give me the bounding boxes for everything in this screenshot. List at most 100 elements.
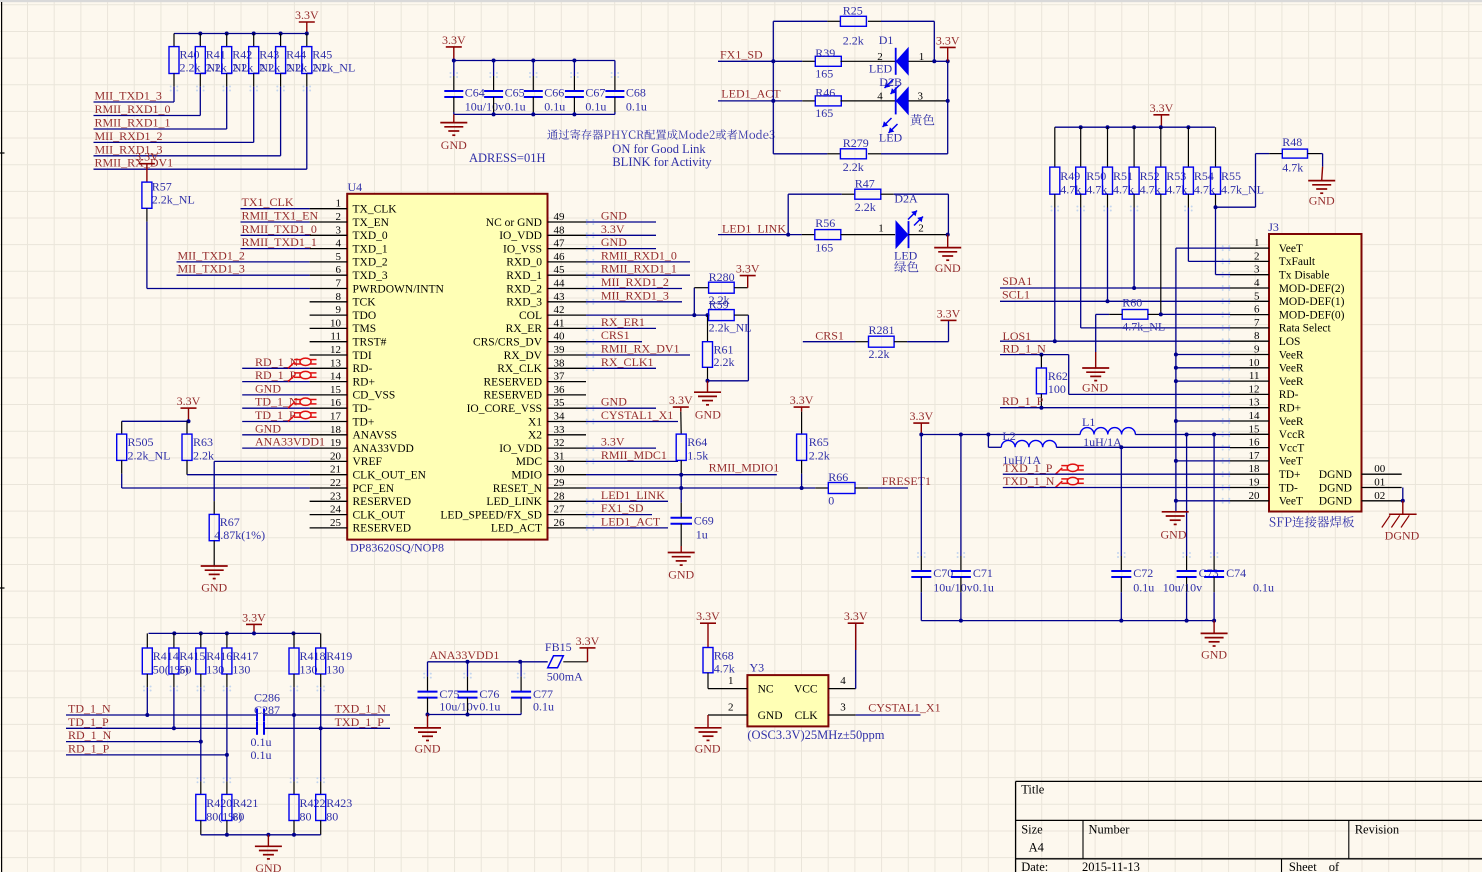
svg-text:34: 34 [554,411,566,423]
svg-text:R281: R281 [869,323,895,337]
svg-text:GND: GND [255,861,281,872]
svg-text:R67: R67 [220,515,240,529]
svg-text:0.1u: 0.1u [626,100,647,114]
svg-text:10: 10 [1249,357,1261,369]
svg-text:VCC: VCC [794,684,818,696]
svg-text:RD+: RD+ [1279,403,1301,415]
svg-text:33: 33 [554,424,566,436]
svg-text:C66: C66 [544,86,564,100]
svg-text:Date:: Date: [1021,860,1048,872]
svg-text:TX_EN: TX_EN [353,217,390,229]
svg-text:TXD_2: TXD_2 [353,257,388,269]
svg-text:IO_VDD: IO_VDD [499,443,542,455]
svg-text:R417: R417 [232,649,258,663]
svg-text:D2A: D2A [894,192,918,206]
svg-text:3.3V: 3.3V [844,609,868,623]
svg-text:3.3V: 3.3V [669,393,693,407]
svg-text:14: 14 [330,371,342,383]
svg-text:CLK: CLK [795,710,819,722]
svg-text:RX_DV: RX_DV [504,350,543,362]
svg-text:2015-11-13: 2015-11-13 [1082,860,1140,872]
svg-text:0.1u: 0.1u [1133,581,1154,595]
svg-text:8: 8 [1254,330,1260,342]
svg-text:5: 5 [336,251,342,263]
svg-text:41: 41 [554,317,565,329]
svg-text:R415: R415 [179,649,205,663]
svg-text:500mA: 500mA [547,670,583,684]
svg-text:CYSTAL1_X1: CYSTAL1_X1 [601,408,673,422]
svg-text:11: 11 [330,331,341,343]
svg-text:32: 32 [554,437,565,449]
svg-text:0.1u: 0.1u [505,100,526,114]
svg-text:4.7k_NL: 4.7k_NL [1122,320,1165,334]
svg-text:CYSTAL1_X1: CYSTAL1_X1 [868,701,940,715]
svg-text:R51: R51 [1113,169,1133,183]
svg-text:47: 47 [554,238,566,250]
svg-text:LED1_LINK: LED1_LINK [601,488,665,502]
svg-text:VccT: VccT [1279,442,1305,454]
svg-text:TXD_1_P: TXD_1_P [1003,461,1053,475]
svg-text:GND: GND [255,381,281,395]
svg-text:CRS1: CRS1 [815,329,844,343]
svg-text:4.7k_NL: 4.7k_NL [1221,183,1264,197]
svg-text:1u: 1u [696,528,708,542]
svg-text:RX_ER: RX_ER [506,323,543,335]
svg-text:19: 19 [330,437,342,449]
svg-text:3.3V: 3.3V [135,150,159,164]
svg-text:0.1u: 0.1u [251,735,272,749]
svg-text:GND: GND [601,235,627,249]
svg-text:1: 1 [728,675,734,687]
svg-text:49: 49 [554,211,566,223]
svg-text:R48: R48 [1282,135,1302,149]
svg-text:LED: LED [869,62,893,76]
svg-text:3.3V: 3.3V [295,8,319,22]
svg-text:LED1_ACT: LED1_ACT [601,514,661,528]
svg-text:0: 0 [828,494,834,508]
svg-text:3: 3 [840,701,846,713]
svg-text:14: 14 [1249,410,1261,422]
svg-text:2.2k: 2.2k [843,160,864,174]
svg-text:DGND: DGND [1385,529,1420,543]
svg-text:38: 38 [554,357,566,369]
svg-text:23: 23 [330,490,342,502]
svg-text:DGND: DGND [1319,482,1352,494]
svg-text:GND: GND [1201,648,1227,662]
svg-text:2.2k: 2.2k [193,448,214,462]
svg-text:VccR: VccR [1279,429,1306,441]
svg-text:R45: R45 [312,48,332,62]
svg-text:ANA33VDD: ANA33VDD [353,443,414,455]
svg-text:TD_1_P: TD_1_P [68,715,109,729]
svg-text:RXD_2: RXD_2 [506,283,542,295]
svg-text:12: 12 [1249,383,1260,395]
svg-text:7: 7 [1254,317,1260,329]
svg-text:9: 9 [336,304,342,316]
svg-text:TD-: TD- [353,403,372,415]
svg-text:45: 45 [554,264,566,276]
svg-text:RX_CLK: RX_CLK [497,363,542,375]
svg-text:3: 3 [1254,264,1260,276]
svg-text:9: 9 [1254,344,1260,356]
svg-text:CD_VSS: CD_VSS [353,390,396,402]
svg-text:16: 16 [1249,437,1261,449]
svg-text:8: 8 [336,291,342,303]
svg-text:3.3V: 3.3V [790,393,814,407]
svg-text:RD_1_N: RD_1_N [1003,342,1047,356]
svg-text:2.2k_NL: 2.2k_NL [709,321,752,335]
svg-text:MOD-DEF(1): MOD-DEF(1) [1279,296,1345,308]
svg-text:Number: Number [1089,823,1131,837]
svg-text:LOS: LOS [1279,336,1301,348]
svg-text:R49: R49 [1060,169,1080,183]
svg-text:18: 18 [330,424,342,436]
svg-text:25: 25 [330,517,342,529]
svg-text:R68: R68 [714,649,734,663]
svg-text:0.1u: 0.1u [479,700,500,714]
svg-text:R420: R420 [206,796,232,810]
svg-text:LED_SPEED/FX_SD: LED_SPEED/FX_SD [440,509,542,521]
svg-text:2.2k_NL: 2.2k_NL [152,193,195,207]
svg-text:TCK: TCK [353,297,377,309]
svg-text:R39: R39 [815,46,835,60]
svg-text:VeeT: VeeT [1279,456,1303,468]
svg-text:ANA33VDD1: ANA33VDD1 [429,648,499,662]
svg-text:C74: C74 [1226,566,1246,580]
svg-text:IO_VDD: IO_VDD [499,230,542,242]
